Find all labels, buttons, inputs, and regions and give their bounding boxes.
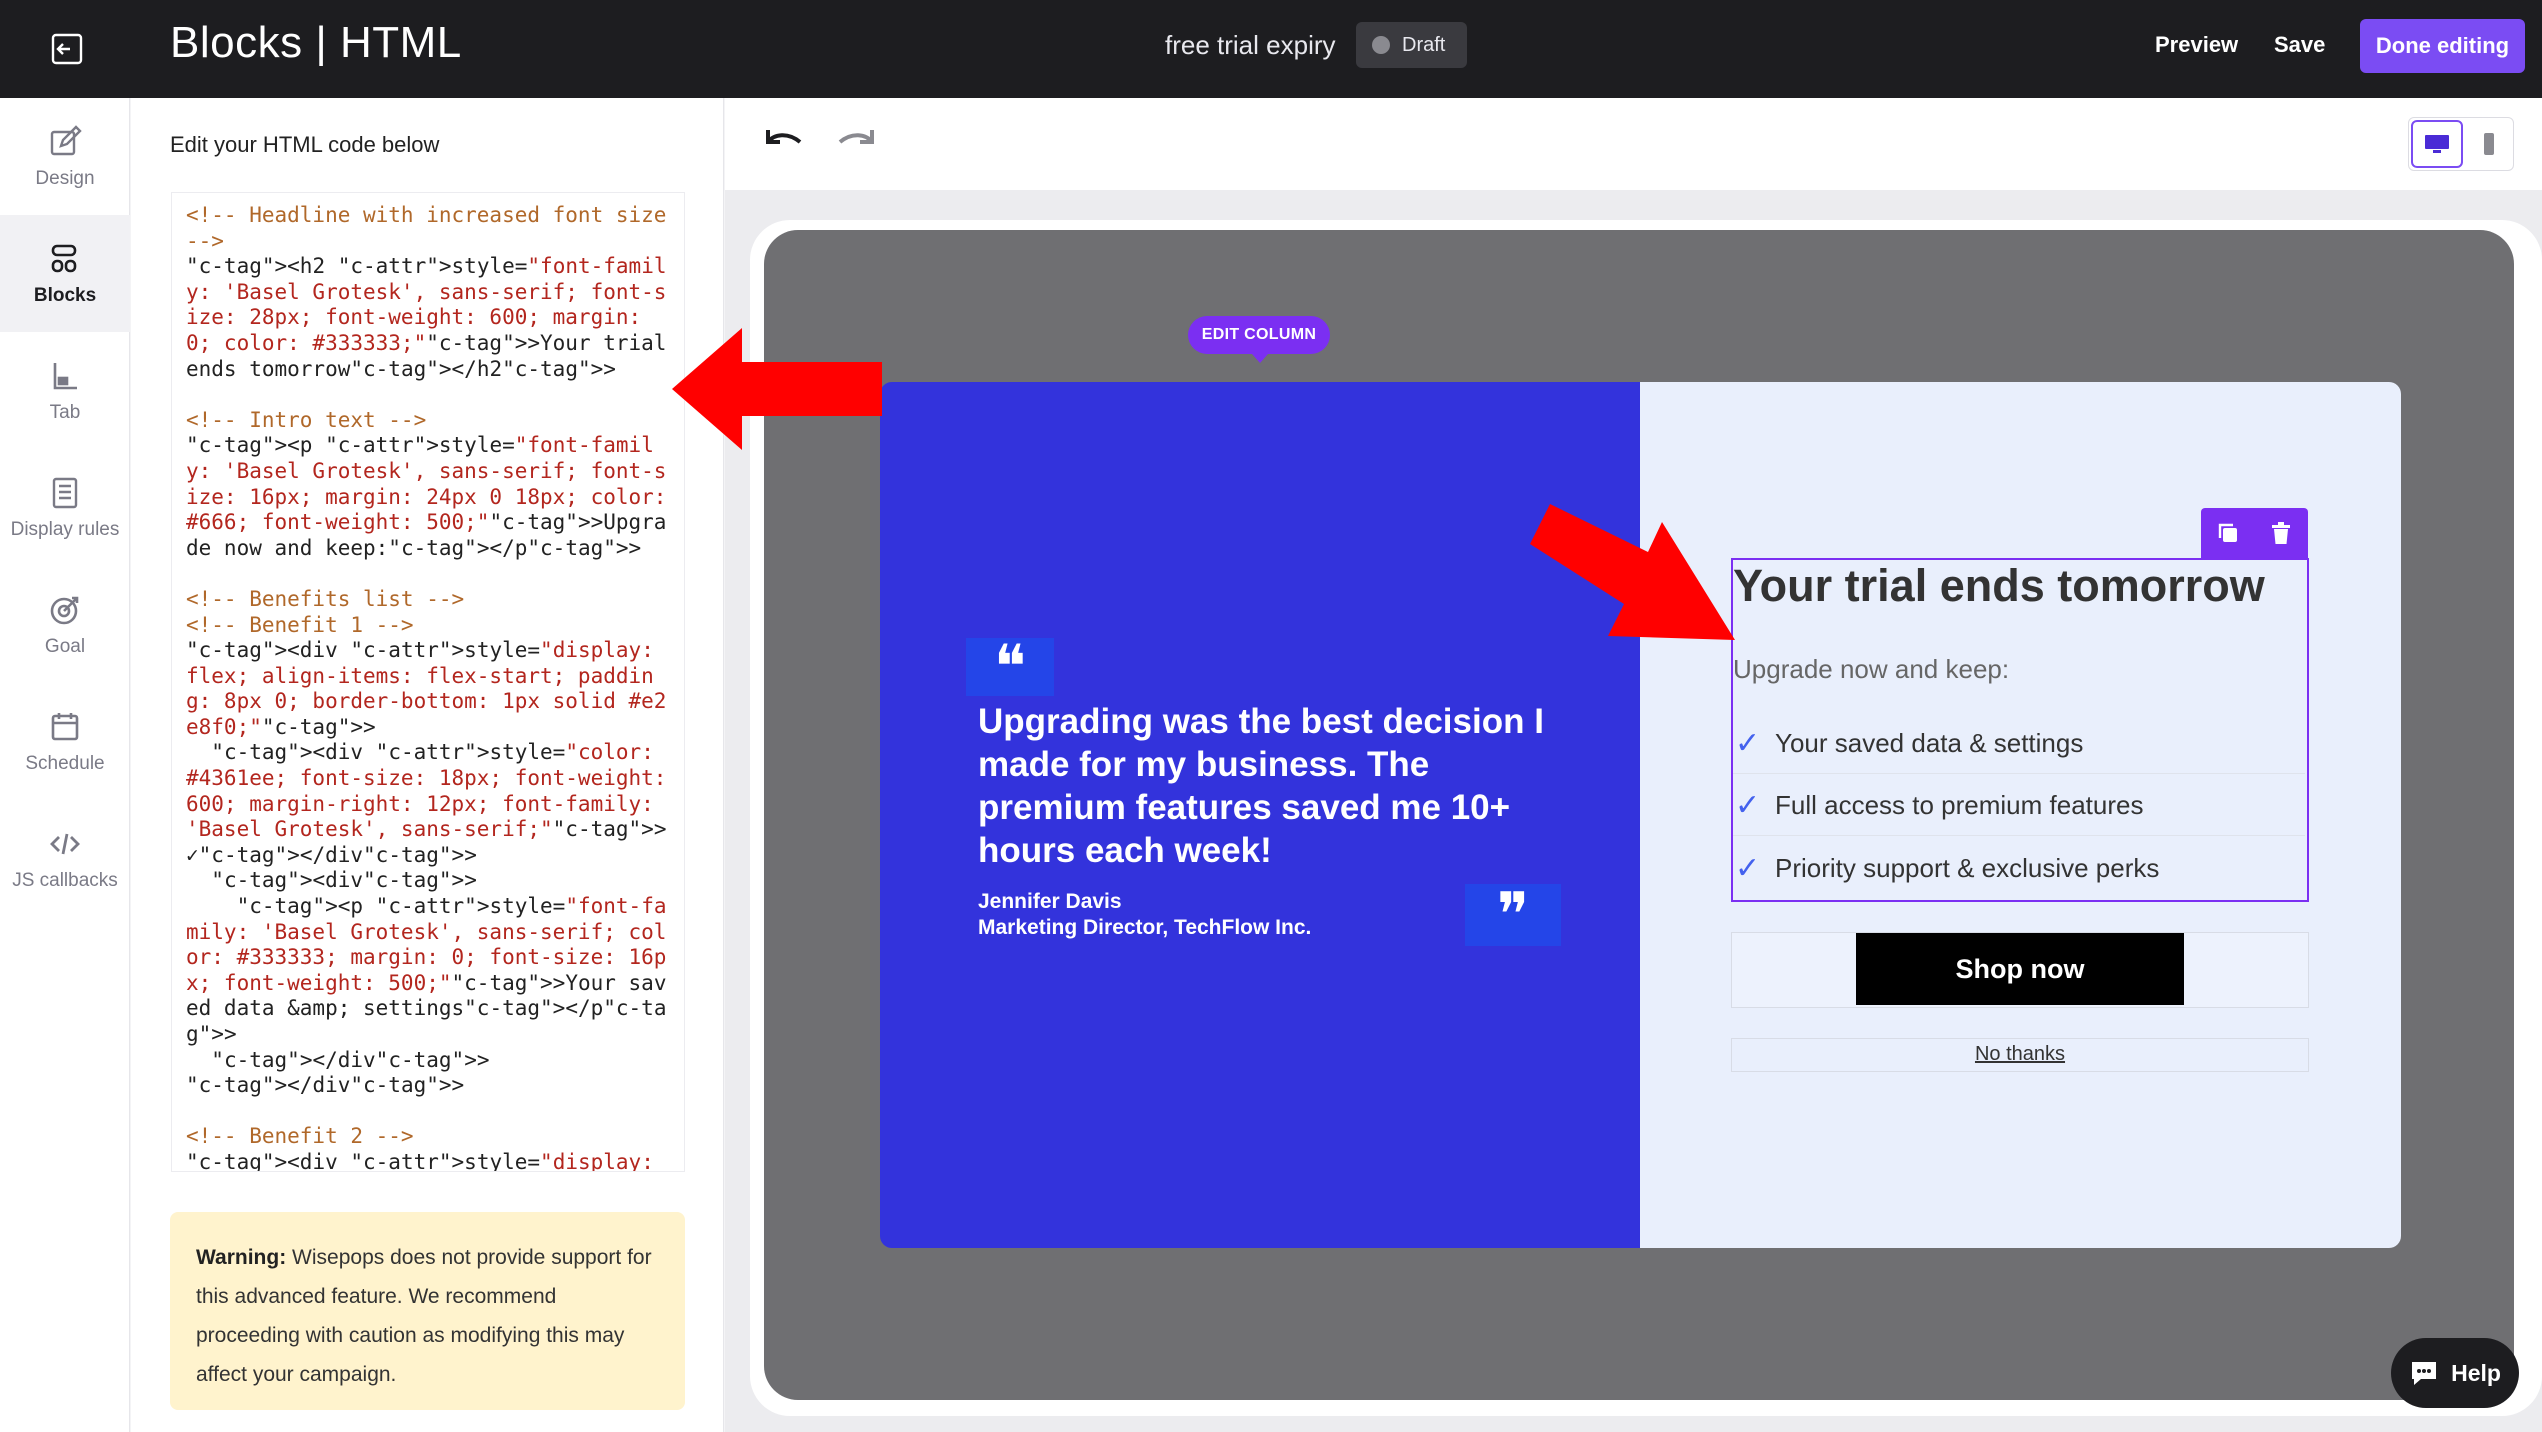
html-code-editor[interactable]: <!-- Headline with increased font size -… xyxy=(171,192,685,1172)
code-line: "c-tag"><div "c-attr">style="color: #436… xyxy=(186,740,680,867)
sidebar-item-schedule[interactable]: Schedule xyxy=(0,683,130,800)
device-switch xyxy=(2408,117,2514,171)
display-rules-icon xyxy=(52,477,78,508)
preview-button[interactable]: Preview xyxy=(2155,32,2238,58)
right-arrow-annotation xyxy=(1530,504,1735,640)
tab-icon xyxy=(53,362,77,389)
no-thanks-link[interactable]: No thanks xyxy=(1731,1043,2309,1066)
sidebar-item-display-rules[interactable]: Display rules xyxy=(0,449,130,566)
done-editing-button[interactable]: Done editing xyxy=(2360,19,2525,73)
undo-icon xyxy=(766,130,802,144)
redo-icon xyxy=(838,130,874,144)
undo-button[interactable] xyxy=(762,122,806,162)
delete-block-button[interactable] xyxy=(2255,508,2309,558)
sidebar-item-js-callbacks[interactable]: JS callbacks xyxy=(0,800,130,917)
check-icon: ✓ xyxy=(1735,727,1761,760)
sidebar-item-label: Blocks xyxy=(33,284,97,306)
sidebar-item-tab[interactable]: Tab xyxy=(0,332,130,449)
benefit-text: Your saved data & settings xyxy=(1775,728,2084,758)
sidebar-item-label: Schedule xyxy=(25,752,105,774)
desktop-icon xyxy=(2425,135,2449,153)
blocks-icon xyxy=(51,244,77,272)
popup-headline[interactable]: Your trial ends tomorrow xyxy=(1733,560,2265,612)
sidebar-item-label: Display rules xyxy=(10,518,120,540)
chat-icon xyxy=(2412,1362,2437,1385)
mobile-icon xyxy=(2484,133,2494,155)
code-line: "c-tag"><p "c-attr">style="font-family: … xyxy=(186,433,680,560)
exit-editor-button[interactable] xyxy=(40,22,94,76)
left-arrow-annotation xyxy=(672,328,882,450)
duplicate-block-button[interactable] xyxy=(2201,508,2255,558)
status-badge[interactable]: Draft xyxy=(1356,22,1468,68)
campaign-name[interactable]: free trial expiry xyxy=(1165,30,1336,61)
schedule-icon xyxy=(51,712,79,740)
benefit-text: Priority support & exclusive perks xyxy=(1775,852,2160,883)
code-line: "c-tag"><div "c-attr">style="display: fl… xyxy=(186,1149,654,1172)
code-line: "c-tag"><div"c-tag">> xyxy=(211,868,477,893)
block-toolbar xyxy=(2201,508,2308,558)
save-button[interactable]: Save xyxy=(2274,32,2325,58)
benefit-item[interactable]: ✓ Full access to premium features xyxy=(1733,776,2305,836)
code-line: <!-- Benefits list --> xyxy=(186,586,465,611)
code-line: <!-- Intro text --> xyxy=(186,407,427,432)
sidebar-item-label: JS callbacks xyxy=(12,869,118,891)
warning-label: Warning: xyxy=(196,1246,287,1269)
code-line: "c-tag"><p "c-attr">style="font-family: … xyxy=(186,894,667,1046)
sidebar-item-label: Tab xyxy=(49,401,81,423)
code-line: "c-tag"></div"c-tag">> xyxy=(211,1047,490,1072)
testimonial-role[interactable]: Marketing Director, TechFlow Inc. xyxy=(978,916,1311,940)
code-line: "c-tag"></div"c-tag">> xyxy=(186,1073,465,1098)
benefit-item[interactable]: ✓ Priority support & exclusive perks xyxy=(1733,838,2305,898)
testimonial-author[interactable]: Jennifer Davis xyxy=(978,890,1122,914)
sidebar-item-goal[interactable]: Goal xyxy=(0,566,130,683)
status-label: Draft xyxy=(1402,33,1446,56)
sidebar-item-label: Design xyxy=(35,167,95,189)
code-panel-heading: Edit your HTML code below xyxy=(170,132,440,157)
page-title: Blocks | HTML xyxy=(170,18,462,67)
benefit-text: Full access to premium features xyxy=(1775,790,2144,820)
popup-intro[interactable]: Upgrade now and keep: xyxy=(1733,654,2009,685)
redo-button[interactable] xyxy=(834,122,878,162)
trash-icon xyxy=(2272,522,2291,544)
help-label: Help xyxy=(2451,1359,2501,1386)
code-line: <!-- Benefit 1 --> xyxy=(186,612,414,637)
sidebar-item-design[interactable]: Design xyxy=(0,98,130,215)
code-line: "c-tag"><h2 "c-attr">style="font-family:… xyxy=(186,254,680,381)
check-icon: ✓ xyxy=(1735,789,1761,822)
close-quote-icon: ❞ xyxy=(1465,880,1561,950)
open-quote-icon: ❝ xyxy=(966,632,1054,702)
goal-icon xyxy=(50,596,79,624)
warning-box: Warning: Wisepops does not provide suppo… xyxy=(170,1212,685,1410)
sidebar-item-label: Goal xyxy=(44,635,86,657)
status-dot-icon xyxy=(1372,36,1390,54)
canvas-toolbar xyxy=(725,98,2542,190)
duplicate-icon xyxy=(2218,523,2237,542)
code-line: <!-- Headline with increased font size -… xyxy=(186,203,680,253)
testimonial-quote[interactable]: Upgrading was the best decision I made f… xyxy=(978,700,1578,872)
mobile-view-button[interactable] xyxy=(2465,118,2513,170)
shop-now-button[interactable]: Shop now xyxy=(1856,933,2184,1005)
exit-icon xyxy=(51,33,83,65)
code-icon xyxy=(50,833,80,854)
benefit-item[interactable]: ✓ Your saved data & settings xyxy=(1733,714,2305,774)
code-line: "c-tag"><div "c-attr">style="display: fl… xyxy=(186,638,667,739)
edit-column-button[interactable]: EDIT COLUMN xyxy=(1188,316,1330,363)
check-icon: ✓ xyxy=(1735,851,1761,885)
help-button[interactable]: Help xyxy=(2391,1338,2519,1408)
desktop-view-button[interactable] xyxy=(2411,120,2463,168)
design-icon xyxy=(50,124,82,155)
sidebar-item-blocks[interactable]: Blocks xyxy=(0,215,130,332)
code-line: <!-- Benefit 2 --> xyxy=(186,1124,414,1149)
code-panel: Edit your HTML code below <!-- Headline … xyxy=(131,98,724,1432)
